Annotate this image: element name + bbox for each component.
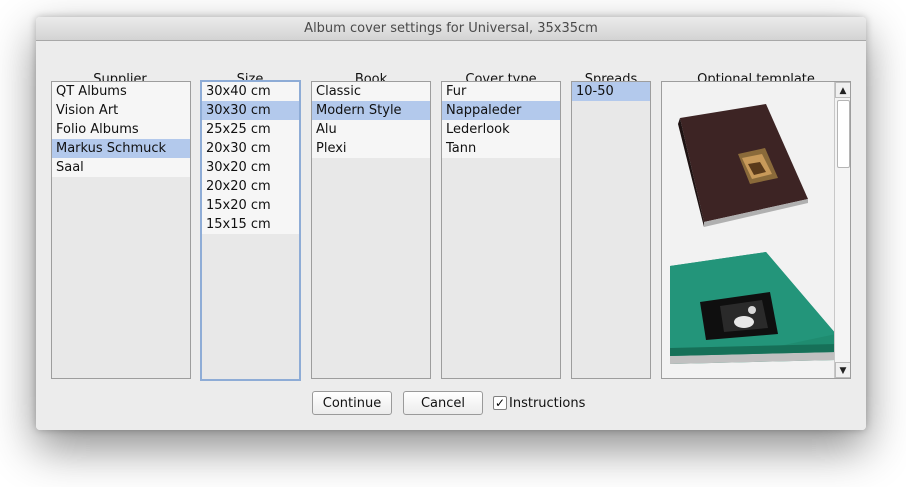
- book-item[interactable]: Alu: [312, 120, 430, 139]
- size-item-selected[interactable]: 30x30 cm: [202, 101, 299, 120]
- supplier-item[interactable]: Saal: [52, 158, 190, 177]
- scroll-down-arrow-icon[interactable]: ▼: [835, 362, 850, 378]
- spreads-list[interactable]: 10-50: [571, 81, 651, 379]
- window-title: Album cover settings for Universal, 35x3…: [36, 17, 866, 41]
- supplier-list[interactable]: QT Albums Vision Art Folio Albums Markus…: [51, 81, 191, 379]
- template-scrollbar[interactable]: ▲ ▼: [834, 82, 850, 378]
- size-item[interactable]: 30x20 cm: [202, 158, 299, 177]
- instructions-checkbox[interactable]: ✓: [493, 396, 507, 410]
- size-item[interactable]: 15x20 cm: [202, 196, 299, 215]
- optional-template-list[interactable]: ▲ ▼: [661, 81, 851, 379]
- supplier-item[interactable]: QT Albums: [52, 82, 190, 101]
- cover-type-item[interactable]: Fur: [442, 82, 560, 101]
- cancel-button[interactable]: Cancel: [403, 391, 483, 415]
- template-thumbnail-teal[interactable]: [670, 252, 840, 377]
- book-item-selected[interactable]: Modern Style: [312, 101, 430, 120]
- size-item[interactable]: 20x30 cm: [202, 139, 299, 158]
- scrollbar-thumb[interactable]: [837, 100, 850, 168]
- size-item[interactable]: 20x20 cm: [202, 177, 299, 196]
- album-cover-settings-window: Album cover settings for Universal, 35x3…: [36, 17, 866, 430]
- spreads-item-selected[interactable]: 10-50: [572, 82, 650, 101]
- cover-type-list[interactable]: Fur Nappaleder Lederlook Tann: [441, 81, 561, 379]
- cover-type-item[interactable]: Tann: [442, 139, 560, 158]
- album-brown-cover-icon: [678, 104, 808, 227]
- book-list[interactable]: Classic Modern Style Alu Plexi: [311, 81, 431, 379]
- instructions-label[interactable]: Instructions: [509, 396, 585, 411]
- album-teal-cover-icon: [670, 252, 836, 364]
- cover-type-item[interactable]: Lederlook: [442, 120, 560, 139]
- book-item[interactable]: Plexi: [312, 139, 430, 158]
- cover-type-item-selected[interactable]: Nappaleder: [442, 101, 560, 120]
- template-thumbnail-brown[interactable]: [670, 104, 810, 229]
- size-item[interactable]: 30x40 cm: [202, 82, 299, 101]
- size-item[interactable]: 15x15 cm: [202, 215, 299, 234]
- instructions-checkbox-wrap[interactable]: ✓ Instructions: [493, 395, 585, 411]
- continue-button[interactable]: Continue: [312, 391, 392, 415]
- supplier-item[interactable]: Vision Art: [52, 101, 190, 120]
- supplier-item[interactable]: Folio Albums: [52, 120, 190, 139]
- size-list[interactable]: 30x40 cm 30x30 cm 25x25 cm 20x30 cm 30x2…: [200, 80, 301, 381]
- book-item[interactable]: Classic: [312, 82, 430, 101]
- size-item[interactable]: 25x25 cm: [202, 120, 299, 139]
- scroll-up-arrow-icon[interactable]: ▲: [835, 82, 850, 98]
- supplier-item-selected[interactable]: Markus Schmuck: [52, 139, 190, 158]
